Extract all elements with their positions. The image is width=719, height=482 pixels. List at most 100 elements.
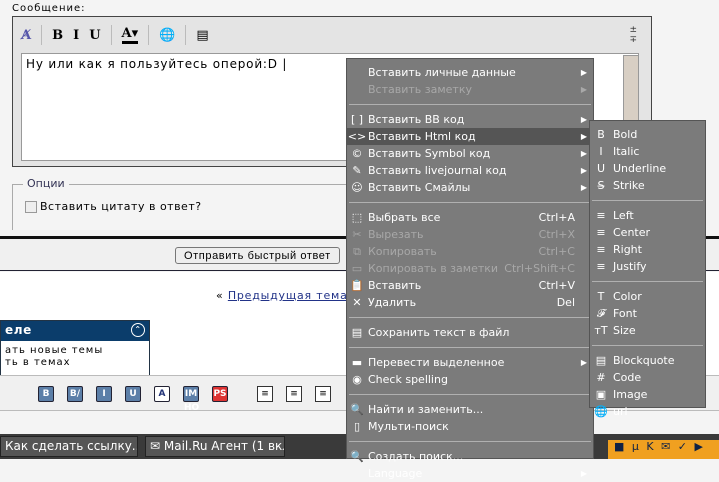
menu-item[interactable]: 𝓕 Font	[590, 305, 705, 322]
system-tray[interactable]: ■ μ K ✉ ✓ ▶	[608, 440, 719, 459]
menu-item[interactable]: [ ] Вставить BB код ▶	[347, 111, 593, 128]
menu-item[interactable]: ▣ Image	[590, 386, 705, 403]
menu-shortcut: Ctrl+X	[538, 228, 575, 241]
font-color-icon[interactable]: A▾	[121, 26, 139, 44]
quote-label: Вставить цитату в ответ?	[40, 200, 202, 213]
menu-item[interactable]: © Вставить Symbol код ▶	[347, 145, 593, 162]
url-icon: 🌐	[594, 405, 608, 418]
menu-item[interactable]: ☺ Вставить Смайлы ▶	[347, 179, 593, 196]
panel-line[interactable]: ать новые темы	[5, 345, 145, 357]
menu-item[interactable]: ◉ Check spelling	[347, 371, 593, 388]
menu-item-label: Size	[613, 324, 636, 337]
menu-item-label: Right	[613, 243, 642, 256]
quote-checkbox[interactable]	[25, 200, 37, 213]
menu-item[interactable]: ⧉ Копировать Ctrl+C	[347, 243, 593, 260]
strike-icon: S̶	[597, 179, 605, 192]
menu-item[interactable]: ✕ Удалить Del	[347, 294, 593, 311]
align-button[interactable]: ≡	[257, 386, 273, 402]
html-code-icon: <>	[347, 130, 367, 143]
align-button[interactable]: ≡	[315, 386, 331, 402]
menu-item[interactable]: ⬚ Выбрать все Ctrl+A	[347, 209, 593, 226]
menu-item-label: Bold	[613, 128, 638, 141]
menu-item[interactable]: ▯ Мульти-поиск	[347, 418, 593, 435]
menu-item[interactable]: ✂ Вырезать Ctrl+X	[347, 226, 593, 243]
remove-format-icon[interactable]: A̸	[21, 28, 31, 43]
align-justify-icon: ≡	[596, 260, 606, 273]
menu-item[interactable]: ✎ Вставить livejournal код ▶	[347, 162, 593, 179]
mail-icon: ✉	[150, 439, 164, 453]
format-button[interactable]: IM HO	[183, 386, 199, 413]
menu-item[interactable]: # Code	[590, 369, 705, 386]
send-quick-reply-button[interactable]: Отправить быстрый ответ	[175, 247, 340, 264]
multi-search-icon: ▯	[353, 420, 361, 433]
menu-item[interactable]: I Italic	[590, 143, 705, 160]
menu-item[interactable]: ▤ Сохранить текст в файл	[347, 324, 593, 341]
submenu-arrow-icon: ▶	[580, 85, 587, 94]
resize-editor-icon[interactable]: ± ∓	[629, 25, 637, 45]
menu-item-label: Justify	[613, 260, 647, 273]
menu-item-label: Italic	[613, 145, 640, 158]
italic-icon[interactable]: I	[73, 28, 79, 43]
menu-item[interactable]: Вставить заметку ▶	[347, 81, 593, 98]
context-menu: Вставить личные данные ▶ Вставить заметку ▶…	[346, 58, 594, 480]
menu-item[interactable]: B Bold	[590, 126, 705, 143]
format-button[interactable]: I	[96, 386, 112, 402]
menu-item[interactable]: ≡ Left	[590, 207, 705, 224]
align-button[interactable]: ≡	[286, 386, 302, 402]
task-label: Mail.Ru Агент (1 вкл...	[163, 439, 284, 453]
toolbar-separator	[110, 25, 112, 45]
menu-item[interactable]: ▭ Копировать в заметки Ctrl+Shift+C	[347, 260, 593, 277]
menu-item-label: url	[613, 405, 628, 418]
quote-icon[interactable]: ▤	[196, 28, 208, 43]
image-icon: ▣	[595, 388, 607, 401]
select-all-icon: ⬚	[351, 211, 363, 224]
menu-item[interactable]: 🔍 Создать поиск...	[347, 448, 593, 465]
submenu-arrow-icon: ▶	[580, 68, 587, 77]
menu-item-label: Вставить Смайлы	[368, 181, 471, 194]
menu-separator	[349, 317, 591, 318]
bold-icon[interactable]: B	[52, 28, 63, 43]
underline-icon[interactable]: U	[89, 28, 100, 43]
submenu-arrow-icon: ▶	[580, 358, 587, 367]
menu-item[interactable]: тT Size	[590, 322, 705, 339]
menu-item[interactable]: 📋 Вставить Ctrl+V	[347, 277, 593, 294]
collapse-icon[interactable]: ⌃	[131, 323, 145, 337]
menu-item-label: Strike	[613, 179, 645, 192]
menu-separator	[592, 281, 703, 282]
menu-item-label: Найти и заменить...	[368, 403, 484, 416]
menu-item[interactable]: 🌐 url	[590, 403, 705, 420]
panel-line[interactable]: ть в темах	[5, 357, 145, 369]
editor-toolbar: A̸ B I U A▾ 🌐 ▤	[21, 23, 209, 47]
menu-item[interactable]: T Color	[590, 288, 705, 305]
submenu-arrow-icon: ▶	[580, 115, 587, 124]
menu-item[interactable]: ▤ Blockquote	[590, 352, 705, 369]
format-button[interactable]: PS	[212, 386, 228, 402]
menu-item[interactable]: ≡ Justify	[590, 258, 705, 275]
menu-item[interactable]: Language ▶	[347, 465, 593, 482]
menu-item-label: Вставить BB код	[368, 113, 465, 126]
toolbar-separator	[185, 25, 187, 45]
taskbar-task[interactable]: ✉ Mail.Ru Агент (1 вкл...	[145, 436, 285, 457]
copy-notes-icon: ▭	[351, 262, 363, 275]
format-button[interactable]: U	[125, 386, 141, 402]
format-button[interactable]: B/	[67, 386, 83, 402]
menu-item[interactable]: ▬ Перевести выделенное ▶	[347, 354, 593, 371]
menu-item-label: Вставить Html код	[368, 130, 476, 143]
menu-item[interactable]: <> Вставить Html код ▶	[347, 128, 593, 145]
prev-topic-link[interactable]: Предыдущая тема	[228, 289, 348, 302]
menu-item[interactable]: S̶ Strike	[590, 177, 705, 194]
toolbar-separator	[148, 25, 150, 45]
menu-item[interactable]: ≡ Right	[590, 241, 705, 258]
menu-item-label: Вставить livejournal код	[368, 164, 507, 177]
menu-shortcut: Ctrl+V	[538, 279, 575, 292]
menu-item[interactable]: ≡ Center	[590, 224, 705, 241]
quote-option[interactable]: Вставить цитату в ответ?	[25, 200, 202, 213]
format-button[interactable]: A	[154, 386, 170, 402]
menu-item[interactable]: U Underline	[590, 160, 705, 177]
taskbar-task[interactable]: Как сделать ссылку...	[0, 436, 138, 457]
menu-shortcut: Ctrl+C	[538, 245, 575, 258]
link-icon[interactable]: 🌐	[159, 28, 175, 43]
menu-item[interactable]: Вставить личные данные ▶	[347, 64, 593, 81]
menu-item[interactable]: 🔍 Найти и заменить...	[347, 401, 593, 418]
format-button[interactable]: B	[38, 386, 54, 402]
